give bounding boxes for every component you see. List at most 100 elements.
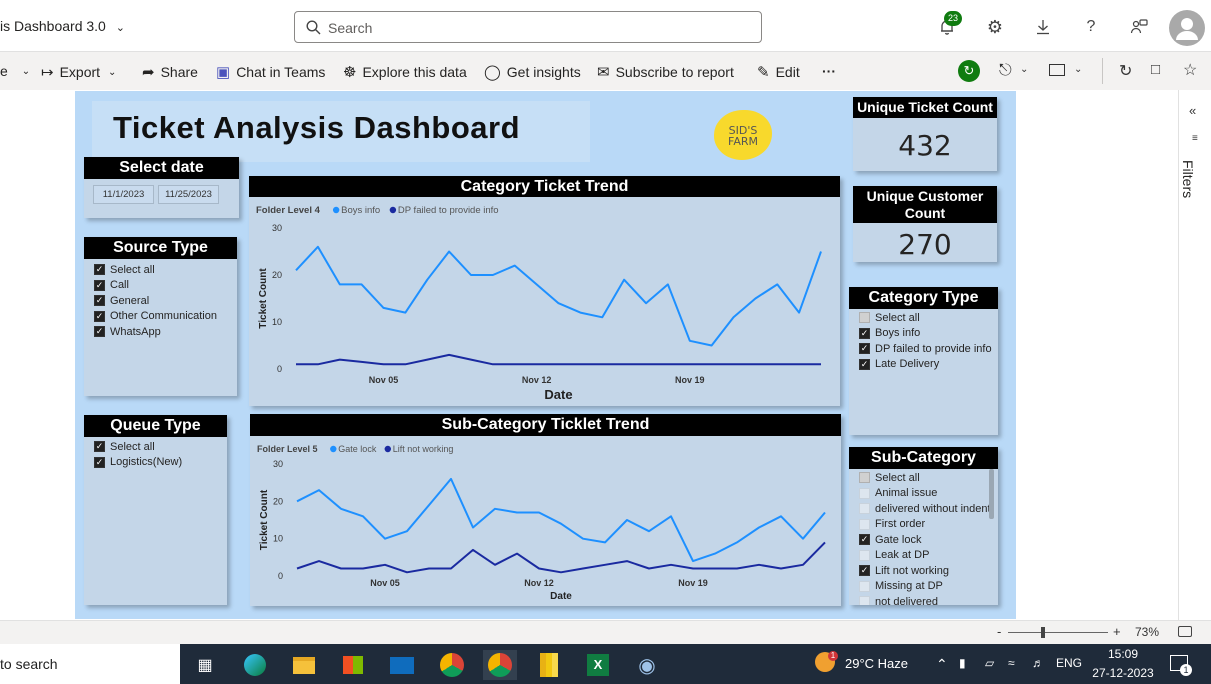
slicer-option[interactable]: ✓ WhatsApp — [94, 324, 217, 340]
slicer-option[interactable]: ✓ Select all — [94, 262, 217, 278]
end-date-input[interactable]: 11/25/2023 — [158, 185, 219, 204]
checkbox-icon[interactable] — [859, 518, 870, 530]
store-icon[interactable] — [336, 650, 370, 680]
excel-icon[interactable]: X — [581, 650, 615, 680]
checkbox-icon[interactable]: ✓ — [859, 358, 870, 370]
slicer-option[interactable]: ✓ Boys info — [859, 326, 992, 342]
get-insights-button[interactable]: ◯ Get insights — [484, 63, 581, 81]
slicer-option[interactable]: ✓ Select all — [94, 439, 182, 455]
slicer-option[interactable]: Missing at DP — [859, 579, 991, 595]
checkbox-icon[interactable]: ✓ — [859, 565, 870, 577]
checkbox-icon[interactable] — [859, 503, 870, 515]
refresh-icon[interactable]: ↻ — [1119, 61, 1132, 81]
zoom-out-button[interactable]: - — [997, 624, 1001, 639]
chevron-down-icon[interactable]: ⌄ — [1020, 64, 1028, 75]
checkbox-icon[interactable]: ✓ — [859, 327, 870, 339]
tray-chevron-icon[interactable]: ⌃ — [936, 656, 948, 673]
share-button[interactable]: ➦ Share — [142, 63, 198, 81]
slicer-option-label: Other Communication — [110, 310, 217, 323]
checkbox-icon[interactable]: ✓ — [94, 441, 105, 453]
download-icon[interactable] — [1029, 13, 1057, 41]
feedback-people-icon[interactable] — [1125, 13, 1153, 41]
taskbar-search[interactable]: to search — [0, 644, 180, 684]
slicer-option[interactable]: Select all — [859, 470, 991, 486]
checkbox-icon[interactable]: ✓ — [94, 456, 105, 468]
chat-in-teams-button[interactable]: ▣ Chat in Teams — [216, 63, 325, 81]
battery-icon[interactable]: ▮ — [959, 656, 966, 670]
task-view-icon[interactable]: ▦ — [188, 650, 222, 680]
view-mode-icon[interactable] — [1049, 64, 1065, 76]
checkbox-icon[interactable]: ✓ — [94, 264, 105, 276]
search-input[interactable]: Search — [294, 11, 762, 43]
comment-icon[interactable]: □ — [1151, 61, 1160, 78]
volume-icon[interactable]: ♬ — [1032, 656, 1044, 670]
checkbox-icon[interactable]: ✓ — [859, 534, 870, 546]
checkbox-icon[interactable] — [859, 472, 870, 484]
unique-customer-value: 270 — [898, 228, 952, 261]
checkbox-icon[interactable] — [859, 312, 870, 324]
file-explorer-icon[interactable] — [287, 650, 321, 680]
slicer-option[interactable]: Animal issue — [859, 486, 991, 502]
slicer-option[interactable]: ✓ DP failed to provide info — [859, 341, 992, 357]
clock-date[interactable]: 27-12-2023 — [1091, 666, 1155, 680]
user-avatar[interactable] — [1169, 10, 1205, 46]
checkbox-icon[interactable]: ✓ — [94, 326, 105, 338]
checkbox-icon[interactable]: ✓ — [94, 310, 105, 322]
checkbox-icon[interactable] — [859, 487, 870, 499]
slicer-option[interactable]: Select all — [859, 310, 992, 326]
checkbox-icon[interactable] — [859, 549, 870, 561]
fit-to-page-icon[interactable] — [1178, 626, 1192, 637]
edge-icon[interactable] — [238, 650, 272, 680]
series-line-1 — [295, 245, 822, 347]
wifi-icon[interactable]: ≈ — [1008, 656, 1015, 670]
edit-button[interactable]: ✎ Edit — [757, 63, 800, 81]
mail-icon[interactable] — [385, 650, 419, 680]
slicer-option[interactable]: ✓ Other Communication — [94, 309, 217, 325]
file-menu-button[interactable]: e ⌄ — [0, 63, 30, 79]
chrome-icon[interactable] — [435, 650, 469, 680]
explore-data-button[interactable]: ☸ Explore this data — [343, 63, 467, 81]
slicer-option[interactable]: ✓ Gate lock — [859, 532, 991, 548]
checkbox-icon[interactable] — [859, 596, 870, 605]
filters-label[interactable]: Filters — [1180, 160, 1196, 198]
slicer-option[interactable]: ✓ Logistics(New) — [94, 455, 182, 471]
zoom-slider-track[interactable] — [1008, 632, 1108, 633]
power-bi-icon[interactable] — [532, 650, 566, 680]
slicer-option[interactable]: ✓ Call — [94, 278, 217, 294]
subscribe-button[interactable]: ✉ Subscribe to report — [597, 63, 734, 81]
start-date-input[interactable]: 11/1/2023 — [93, 185, 154, 204]
checkbox-icon[interactable]: ✓ — [94, 279, 105, 291]
zoom-in-button[interactable]: + — [1113, 624, 1121, 639]
checkbox-icon[interactable]: ✓ — [859, 343, 870, 355]
more-options-button[interactable]: ··· — [822, 63, 836, 79]
export-button[interactable]: ↦ Export ⌄ — [41, 63, 116, 81]
slicer-scrollbar[interactable] — [989, 469, 994, 519]
collapse-filters-icon[interactable]: « — [1189, 103, 1196, 118]
slicer-option[interactable]: delivered without indent — [859, 501, 991, 517]
slicer-option[interactable]: ✓ General — [94, 293, 217, 309]
slicer-option[interactable]: ✓ Late Delivery — [859, 357, 992, 373]
refresh-status-icon[interactable]: ↻ — [958, 60, 980, 82]
slicer-option[interactable]: Leak at DP — [859, 548, 991, 564]
language-indicator[interactable]: ENG — [1056, 656, 1082, 670]
favorite-star-icon[interactable]: ☆ — [1183, 60, 1197, 80]
category-chart-title: Category Ticket Trend — [249, 176, 840, 197]
gear-icon[interactable]: ⚙ — [981, 13, 1009, 41]
device-icon[interactable]: ▱ — [985, 656, 994, 670]
slicer-option[interactable]: ✓ Lift not working — [859, 563, 991, 579]
chevron-down-icon[interactable]: ⌄ — [1074, 64, 1082, 75]
x-tick-label: Nov 12 — [524, 578, 554, 588]
postgres-icon[interactable]: ◉ — [630, 650, 664, 680]
slicer-option[interactable]: First order — [859, 517, 991, 533]
checkbox-icon[interactable] — [859, 580, 870, 592]
slicer-option[interactable]: not delivered — [859, 594, 991, 605]
slicer-option-label: Missing at DP — [875, 580, 943, 593]
help-icon[interactable]: ? — [1077, 13, 1105, 41]
report-title-dropdown[interactable]: is Dashboard 3.0 ⌄ — [0, 18, 125, 34]
bookmark-icon[interactable]: ⎋ — [999, 62, 1012, 80]
clock-time[interactable]: 15:09 — [1093, 647, 1153, 661]
zoom-slider-thumb[interactable] — [1041, 627, 1045, 638]
weather-text[interactable]: 29°C Haze — [845, 656, 908, 671]
checkbox-icon[interactable]: ✓ — [94, 295, 105, 307]
chrome-profile-icon[interactable] — [483, 650, 517, 680]
